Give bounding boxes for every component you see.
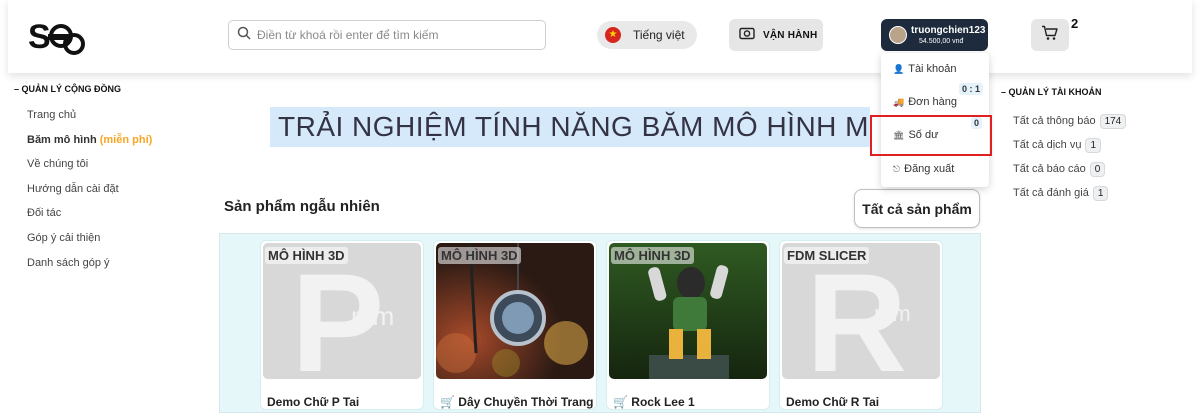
all-products-button[interactable]: Tất cả sản phẩm: [854, 189, 980, 228]
svg-text:mm: mm: [874, 301, 911, 326]
svg-text:S: S: [28, 18, 51, 56]
svg-text:mm: mm: [351, 301, 394, 331]
sidebar-item-hash-model[interactable]: Băm mô hình (miễn phí): [27, 133, 194, 158]
operations-label: VẬN HÀNH: [763, 29, 818, 41]
vietnam-flag-icon: ★: [605, 27, 621, 43]
logout-icon: ⎋: [893, 163, 901, 174]
product-category-tag: MÔ HÌNH 3D: [438, 247, 521, 264]
cart-icon: 🛒: [613, 395, 632, 409]
product-title-text: Dây Chuyền Thời Trang: [458, 395, 594, 409]
truck-icon: 🚚: [893, 96, 905, 107]
left-sidebar: – QUẢN LÝ CỘNG ĐỒNG Trang chủ Băm mô hìn…: [14, 84, 194, 280]
sidebar-item-label: Băm mô hình: [27, 133, 97, 146]
menu-item-logout[interactable]: ⎋ Đăng xuất: [893, 163, 954, 175]
user-icon: 👤: [893, 63, 905, 74]
product-title: 🛒 Rock Lee 1: [613, 395, 695, 409]
sidebar-item-reports[interactable]: Tất cả báo cáo 0: [1013, 157, 1191, 181]
sidebar-item-feedback-list[interactable]: Danh sách góp ý: [27, 256, 194, 281]
search-box[interactable]: [228, 20, 546, 50]
menu-item-label: Đăng xuất: [904, 163, 955, 175]
sidebar-item-label: Tất cả báo cáo: [1013, 163, 1086, 175]
product-card[interactable]: R mm FDM SLICER Demo Chữ R Tai: [779, 240, 943, 410]
sidebar-item-feedback[interactable]: Góp ý cải thiện: [27, 231, 194, 256]
count-badge: 0: [1089, 161, 1106, 177]
selection-highlight: [870, 115, 992, 156]
language-selector[interactable]: ★ Tiếng việt: [597, 21, 697, 49]
sidebar-item-partners[interactable]: Đối tác: [27, 206, 194, 231]
sidebar-item-reviews[interactable]: Tất cả đánh giá 1: [1013, 181, 1191, 205]
left-nav-heading: – QUẢN LÝ CỘNG ĐỒNG: [14, 84, 122, 94]
product-category-tag: FDM SLICER: [784, 247, 870, 264]
language-label: Tiếng việt: [633, 28, 685, 42]
username: truongchien123: [911, 24, 986, 36]
sidebar-item-label: Tất cả đánh giá: [1013, 187, 1089, 199]
sidebar-item-notifications[interactable]: Tất cả thông báo 174: [1013, 109, 1191, 133]
camera-icon: [739, 27, 755, 43]
product-card[interactable]: P mm MÔ HÌNH 3D Demo Chữ P Tai: [260, 240, 424, 410]
sidebar-item-services[interactable]: Tất cả dịch vụ 1: [1013, 133, 1191, 157]
product-title-text: Rock Lee 1: [631, 395, 695, 409]
orders-badge: 0 : 1: [959, 83, 984, 95]
product-title: 🛒 Dây Chuyền Thời Trang: [440, 395, 594, 409]
free-tag: (miễn phí): [99, 133, 153, 146]
search-icon: [237, 26, 251, 45]
product-card[interactable]: MÔ HÌNH 3D 🛒 Rock Lee 1: [606, 240, 770, 410]
promo-banner: TRẢI NGHIỆM TÍNH NĂNG BĂM MÔ HÌNH MIỄN P…: [270, 107, 870, 147]
product-category-tag: MÔ HÌNH 3D: [611, 247, 694, 264]
menu-item-account[interactable]: 👤 Tài khoản: [893, 63, 957, 75]
menu-item-label: Đơn hàng: [908, 96, 958, 108]
product-category-tag: MÔ HÌNH 3D: [265, 247, 348, 264]
right-nav-heading: – QUẢN LÝ TÀI KHOẢN: [1001, 87, 1102, 97]
product-grid: P mm MÔ HÌNH 3D Demo Chữ P Tai MÔ HÌNH 3…: [219, 233, 981, 413]
product-title: Demo Chữ R Tai: [786, 395, 880, 409]
user-menu-button[interactable]: truongchien123 54.500,00 vnđ: [881, 19, 988, 51]
operations-button[interactable]: VẬN HÀNH: [729, 19, 823, 51]
menu-item-label: Tài khoản: [908, 63, 957, 75]
avatar: [889, 26, 907, 44]
count-badge: 1: [1092, 185, 1109, 201]
sidebar-item-about[interactable]: Về chúng tôi: [27, 157, 194, 182]
sidebar-item-label: Tất cả thông báo: [1013, 115, 1096, 127]
cart-icon: [1041, 25, 1059, 46]
cart-button[interactable]: [1031, 19, 1069, 51]
sidebar-item-install-guide[interactable]: Hướng dẫn cài đặt: [27, 182, 194, 207]
search-input[interactable]: [257, 28, 537, 42]
cart-count-badge: 2: [1071, 16, 1079, 31]
count-badge: 1: [1085, 137, 1102, 153]
sidebar-item-home[interactable]: Trang chủ: [27, 108, 194, 133]
cart-icon: 🛒: [440, 395, 459, 409]
site-logo[interactable]: S: [28, 14, 88, 58]
user-balance: 54.500,00 vnđ: [919, 37, 964, 45]
product-card[interactable]: MÔ HÌNH 3D 🛒 Dây Chuyền Thời Trang: [433, 240, 597, 410]
section-title: Sản phẩm ngẫu nhiên: [224, 198, 380, 215]
sidebar-item-label: Tất cả dịch vụ: [1013, 139, 1082, 151]
menu-item-orders[interactable]: 🚚 Đơn hàng: [893, 96, 957, 108]
product-title: Demo Chữ P Tai: [267, 395, 360, 409]
top-header: S ★ Tiếng việt VẬN HÀNH truongchien123 5…: [8, 0, 1192, 73]
right-sidebar: – QUẢN LÝ TÀI KHOẢN Tất cả thông báo 174…: [1001, 87, 1191, 205]
count-badge: 174: [1099, 113, 1127, 129]
